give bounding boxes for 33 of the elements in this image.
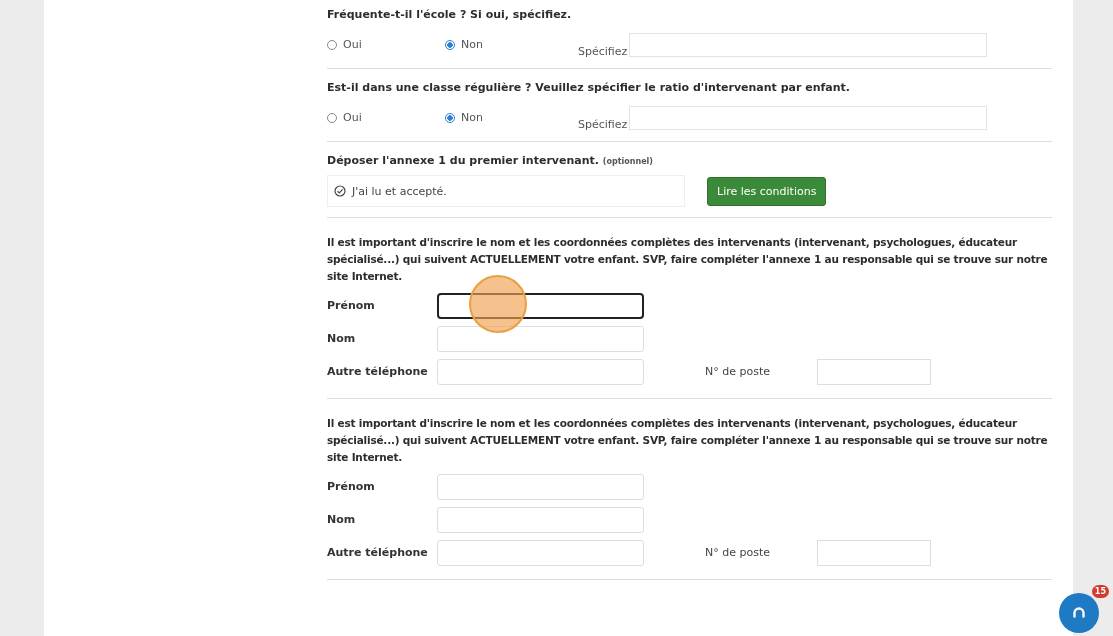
question-title: Fréquente-t-il l'école ? Si oui, spécifiez. <box>327 8 573 21</box>
field-label: N° de poste <box>705 365 771 378</box>
field-label: N° de poste <box>705 546 771 559</box>
radio-option[interactable]: Oui <box>327 111 445 124</box>
chat-button[interactable] <box>1059 593 1099 633</box>
field-label: Nom <box>327 513 357 526</box>
field-label: Spécifiez <box>578 45 628 58</box>
last-name-field[interactable] <box>437 325 644 352</box>
specify-field[interactable] <box>629 105 988 130</box>
upload-title: Déposer l'annexe 1 du premier intervenant. (optionnel) <box>327 154 654 167</box>
notice-text: Il est important d'inscrire le nom et les coordonnées complètes des intervenants (intervenant, psychologues, éducateur spécialisé...) qui suivent ACTUELLEMENT votre enfant. SVP, faire compléter l'annexe 1 au responsable qui se trouve sur notre site Internet. <box>327 416 1049 465</box>
accept-checkbox[interactable]: J'ai lu et accepté. <box>327 175 685 207</box>
phone-field[interactable] <box>437 539 644 566</box>
read-conditions-button[interactable]: Lire les conditions <box>707 176 827 206</box>
radio-option[interactable]: Non <box>445 111 563 124</box>
field-label: Prénom <box>327 480 376 493</box>
field-label: Prénom <box>327 299 376 312</box>
field-label: Spécifiez <box>578 118 628 131</box>
check-circle-icon <box>334 185 346 197</box>
field-label: Autre téléphone <box>327 365 429 378</box>
phone-field[interactable] <box>437 358 644 385</box>
field-label: Autre téléphone <box>327 546 429 559</box>
radio-option[interactable]: Non <box>445 38 563 51</box>
notification-badge: 15 <box>1091 585 1109 598</box>
radio-option[interactable]: Oui <box>327 38 445 51</box>
question-title: Est-il dans une classe régulière ? Veuillez spécifier le ratio d'intervenant par enfant. <box>327 81 851 94</box>
extension-field[interactable] <box>817 539 931 566</box>
notice-text: Il est important d'inscrire le nom et les coordonnées complètes des intervenants (intervenant, psychologues, éducateur spécialisé...) qui suivent ACTUELLEMENT votre enfant. SVP, faire compléter l'annexe 1 au responsable qui se trouve sur notre site Internet. <box>327 235 1049 284</box>
last-name-field[interactable] <box>437 506 644 533</box>
field-label: Nom <box>327 332 357 345</box>
extension-field[interactable] <box>817 358 931 385</box>
specify-field[interactable] <box>629 32 988 57</box>
first-name-field[interactable] <box>437 292 644 319</box>
